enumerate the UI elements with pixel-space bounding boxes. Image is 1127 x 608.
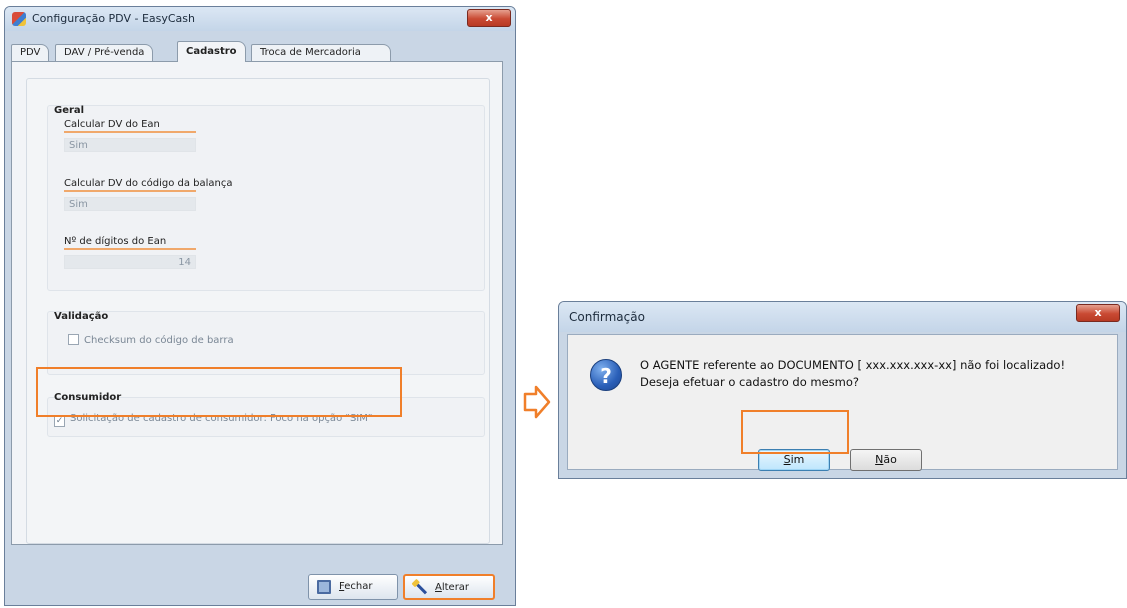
config-window-title: Configuração PDV - EasyCash bbox=[32, 12, 195, 25]
sim-label: im bbox=[790, 453, 805, 466]
alterar-label: lterar bbox=[441, 582, 470, 593]
group-geral-title: Geral bbox=[54, 105, 85, 116]
calc-dv-balanca-value[interactable]: Sim bbox=[64, 197, 196, 211]
group-validacao-title: Validação bbox=[54, 311, 109, 322]
dialog-title: Confirmação bbox=[569, 310, 645, 324]
digitos-ean-value[interactable]: 14 bbox=[64, 255, 196, 269]
nao-button[interactable]: Não bbox=[850, 449, 922, 471]
consumidor-checkbox[interactable]: ✓ bbox=[54, 416, 65, 427]
checksum-checkbox[interactable] bbox=[68, 334, 79, 345]
checksum-row[interactable]: Checksum do código de barra bbox=[68, 334, 234, 346]
alterar-label-hotkey: A bbox=[435, 582, 442, 593]
alterar-button[interactable]: Alterar bbox=[403, 574, 495, 600]
group-geral: Geral Calcular DV do Ean Sim Calcular DV… bbox=[47, 105, 485, 291]
confirm-dialog: Confirmação x ? O AGENTE referente ao DO… bbox=[558, 301, 1127, 479]
settings-panel: Geral Calcular DV do Ean Sim Calcular DV… bbox=[26, 78, 490, 544]
config-tabs: PDV DAV / Pré-venda Cadastro Troca de Me… bbox=[11, 41, 501, 62]
calc-dv-ean-value[interactable]: Sim bbox=[64, 138, 196, 152]
dialog-titlebar[interactable]: Confirmação x bbox=[559, 302, 1126, 332]
config-close-button[interactable]: x bbox=[467, 9, 511, 27]
app-icon bbox=[12, 12, 26, 26]
arrow-right-icon bbox=[523, 385, 551, 419]
nao-label: ão bbox=[883, 453, 897, 466]
config-window: Configuração PDV - EasyCash x PDV DAV / … bbox=[4, 6, 516, 606]
digitos-ean-label: Nº de dígitos do Ean bbox=[64, 236, 196, 250]
group-validacao: Validação Checksum do código de barra bbox=[47, 311, 485, 375]
dialog-close-button[interactable]: x bbox=[1076, 304, 1120, 322]
fechar-button[interactable]: Fechar bbox=[308, 574, 398, 600]
question-icon: ? bbox=[590, 359, 622, 391]
exit-icon bbox=[317, 580, 331, 594]
dialog-message-line2: Deseja efetuar o cadastro do mesmo? bbox=[640, 375, 859, 389]
calc-dv-balanca-label: Calcular DV do código da balança bbox=[64, 178, 233, 192]
dialog-message: O AGENTE referente ao DOCUMENTO [ xxx.xx… bbox=[640, 357, 1065, 391]
config-titlebar[interactable]: Configuração PDV - EasyCash x bbox=[5, 7, 515, 31]
sim-highlight bbox=[741, 410, 849, 454]
tab-pdv[interactable]: PDV bbox=[11, 44, 50, 61]
consumidor-highlight bbox=[36, 367, 402, 417]
tab-dav-pre-venda[interactable]: DAV / Pré-venda bbox=[55, 44, 154, 61]
tab-content-cadastro: Geral Calcular DV do Ean Sim Calcular DV… bbox=[11, 61, 503, 545]
calc-dv-ean-label: Calcular DV do Ean bbox=[64, 119, 196, 133]
sim-label-hotkey: S bbox=[783, 453, 791, 466]
checksum-label: Checksum do código de barra bbox=[84, 335, 234, 346]
tab-cadastro[interactable]: Cadastro bbox=[177, 41, 246, 62]
tab-troca-de-mercadoria[interactable]: Troca de Mercadoria bbox=[251, 44, 391, 61]
fechar-label: echar bbox=[344, 581, 373, 592]
dialog-message-line1: O AGENTE referente ao DOCUMENTO [ xxx.xx… bbox=[640, 358, 1066, 372]
edit-wand-icon bbox=[410, 578, 430, 598]
